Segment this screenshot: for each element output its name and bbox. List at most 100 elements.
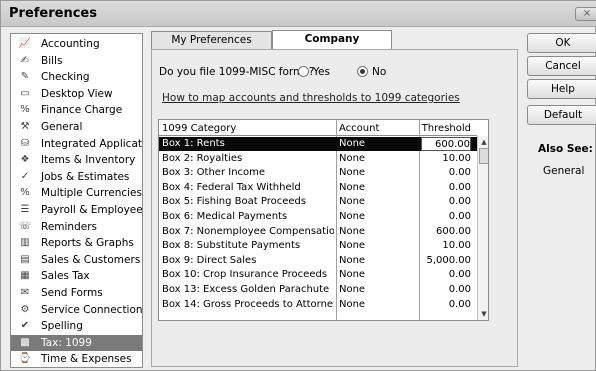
threshold-cell[interactable]: 0.00 xyxy=(421,210,471,224)
sidebar-item[interactable]: ⌚ Time & Expenses xyxy=(11,351,142,367)
sidebar-item[interactable]: 📈 Accounting xyxy=(11,36,142,52)
sidebar-item[interactable]: ☏ Reminders xyxy=(11,219,142,235)
sidebar-item[interactable]: ❖ Items & Inventory xyxy=(11,152,142,168)
preferences-category-list: 📈 Accounting ✍ Bills ✎ Checking ▭ Desktop View%… xyxy=(10,33,143,368)
account-cell[interactable]: None xyxy=(339,283,419,297)
threshold-cell[interactable]: 0.00 xyxy=(421,166,471,180)
threshold-cell[interactable]: 5,000.00 xyxy=(421,254,471,268)
table-row[interactable]: Box 4: Federal Tax Withheld None 0.00 xyxy=(159,181,477,195)
sidebar-item[interactable]: ▤ Sales & Customers xyxy=(11,252,142,268)
category-cell[interactable]: Box 7: Nonemployee Compensation xyxy=(162,225,334,239)
category-cell[interactable]: Box 5: Fishing Boat Proceeds xyxy=(162,195,334,209)
category-icon: ⛁ xyxy=(20,137,30,149)
sidebar-item[interactable]: ✍ Bills xyxy=(11,53,142,69)
sidebar-item[interactable]: % Finance Charge xyxy=(11,102,142,118)
category-icon: ❖ xyxy=(20,154,30,166)
threshold-cell[interactable]: 0.00 xyxy=(421,268,471,282)
category-cell[interactable]: Box 9: Direct Sales xyxy=(162,254,334,268)
account-cell[interactable]: None xyxy=(339,195,419,209)
table-row[interactable]: Box 3: Other Income None 0.00 xyxy=(159,166,477,180)
tab-my-preferences[interactable]: My Preferences xyxy=(151,31,272,49)
account-cell[interactable]: None xyxy=(339,181,419,195)
header-category: 1099 Category xyxy=(162,123,237,134)
category-cell[interactable]: Box 10: Crop Insurance Proceeds xyxy=(162,268,334,282)
no-radio[interactable] xyxy=(357,66,368,77)
account-cell[interactable]: None xyxy=(339,210,419,224)
category-cell[interactable]: Box 4: Federal Tax Withheld xyxy=(162,181,334,195)
cancel-button[interactable]: Cancel xyxy=(527,56,596,76)
category-cell[interactable]: Box 1: Rents xyxy=(162,137,334,151)
account-cell[interactable]: None xyxy=(339,268,419,282)
category-icon: % xyxy=(20,187,30,199)
default-button[interactable]: Default xyxy=(527,105,596,125)
table-row[interactable]: Box 7: Nonemployee Compensation None 600.0… xyxy=(159,225,477,239)
header-threshold: Threshold xyxy=(421,123,471,134)
also-see-heading: Also See: xyxy=(538,143,593,155)
sidebar-item[interactable]: ✔ Spelling xyxy=(11,318,142,334)
sidebar-item[interactable]: ⚙ Service Connection xyxy=(11,302,142,318)
threshold-cell[interactable]: 10.00 xyxy=(421,239,471,253)
sidebar-item[interactable]: ✓ Jobs & Estimates xyxy=(11,169,142,185)
map-accounts-link[interactable]: How to map accounts and thresholds to 10… xyxy=(162,92,460,104)
sidebar-item[interactable]: ▦ Sales Tax xyxy=(11,268,142,284)
scroll-up-icon[interactable]: ▲ xyxy=(478,136,488,148)
also-see-general-link[interactable]: General xyxy=(543,165,584,177)
category-cell[interactable]: Box 14: Gross Proceeds to Attorney xyxy=(162,298,334,312)
account-cell[interactable]: None xyxy=(339,166,419,180)
category-cell[interactable]: Box 2: Royalties xyxy=(162,152,334,166)
category-cell[interactable]: Box 13: Excess Golden Parachute xyxy=(162,283,334,297)
category-cell[interactable]: Box 6: Medical Payments xyxy=(162,210,334,224)
sidebar-item[interactable]: ▥ Reports & Graphs xyxy=(11,235,142,251)
sidebar-item[interactable]: ▩ Tax: 1099 xyxy=(11,334,142,351)
account-cell[interactable]: None xyxy=(339,254,419,268)
threshold-cell[interactable]: 600.00 xyxy=(421,225,471,239)
category-table: 1099 Category Account Threshold Box 1: R… xyxy=(158,119,489,321)
table-row[interactable]: Box 5: Fishing Boat Proceeds None 0.00 xyxy=(159,195,477,209)
yes-radio[interactable] xyxy=(298,66,309,77)
threshold-cell[interactable]: 0.00 xyxy=(421,298,471,312)
table-row[interactable]: Box 10: Crop Insurance Proceeds None 0.00 xyxy=(159,268,477,282)
category-icon: ▭ xyxy=(20,87,30,99)
ok-button[interactable]: OK xyxy=(527,33,596,53)
account-cell[interactable]: None xyxy=(339,239,419,253)
sidebar-item-label: Send Forms xyxy=(41,287,103,299)
sidebar-item[interactable]: ▭ Desktop View xyxy=(11,86,142,102)
sidebar-item-label: Spelling xyxy=(41,320,83,333)
table-row[interactable]: Box 2: Royalties None 10.00 xyxy=(159,152,477,166)
table-row[interactable]: Box 14: Gross Proceeds to Attorney None 0.… xyxy=(159,298,477,312)
table-row[interactable]: Box 8: Substitute Payments None 10.00 xyxy=(159,239,477,253)
account-cell[interactable]: None xyxy=(339,137,419,151)
account-cell[interactable]: None xyxy=(339,298,419,312)
account-cell[interactable]: None xyxy=(339,152,419,166)
sidebar-item[interactable]: ⛁ Integrated Applications xyxy=(11,136,142,152)
help-button[interactable]: Help xyxy=(527,79,596,99)
threshold-cell[interactable]: 0.00 xyxy=(421,283,471,297)
table-scrollbar[interactable]: ▲ ▼ xyxy=(477,136,488,320)
threshold-cell[interactable]: 0.00 xyxy=(421,181,471,195)
table-row[interactable]: Box 6: Medical Payments None 0.00 xyxy=(159,210,477,224)
threshold-cell[interactable]: 0.00 xyxy=(421,195,471,209)
sidebar-item-label: Time & Expenses xyxy=(41,353,132,366)
category-cell[interactable]: Box 3: Other Income xyxy=(162,166,334,180)
table-row[interactable]: Box 13: Excess Golden Parachute None 0.00 xyxy=(159,283,477,297)
sidebar-item[interactable]: ✉ Send Forms xyxy=(11,285,142,301)
tab-company-preferences[interactable]: Company Preferences xyxy=(272,30,392,61)
threshold-cell[interactable]: 10.00 xyxy=(421,152,471,166)
table-row[interactable]: Box 9: Direct Sales None 5,000.00 xyxy=(159,254,477,268)
sidebar-item[interactable]: ☰ Payroll & Employees xyxy=(11,202,142,218)
sidebar-item[interactable]: ⚒ General xyxy=(11,119,142,135)
threshold-cell[interactable]: 600.00 xyxy=(421,137,471,151)
close-button[interactable]: × xyxy=(575,7,596,21)
scroll-down-icon[interactable]: ▼ xyxy=(478,308,488,320)
file-1099-question: Do you file 1099-MISC forms? xyxy=(159,66,315,78)
preferences-window: Preferences × 📈 Accounting ✍ Bills ✎ Checking… xyxy=(0,0,596,371)
sidebar-item-label: Sales Tax xyxy=(41,270,90,283)
sidebar-item[interactable]: ✎ Checking xyxy=(11,69,142,85)
yes-radio-label[interactable]: Yes xyxy=(313,66,330,78)
no-radio-label[interactable]: No xyxy=(372,66,386,78)
scrollbar-thumb[interactable] xyxy=(479,148,488,164)
account-cell[interactable]: None xyxy=(339,225,419,239)
sidebar-item[interactable]: % Multiple Currencies xyxy=(11,185,142,201)
table-row[interactable]: Box 1: Rents None 600.00 xyxy=(159,137,477,151)
category-cell[interactable]: Box 8: Substitute Payments xyxy=(162,239,334,253)
